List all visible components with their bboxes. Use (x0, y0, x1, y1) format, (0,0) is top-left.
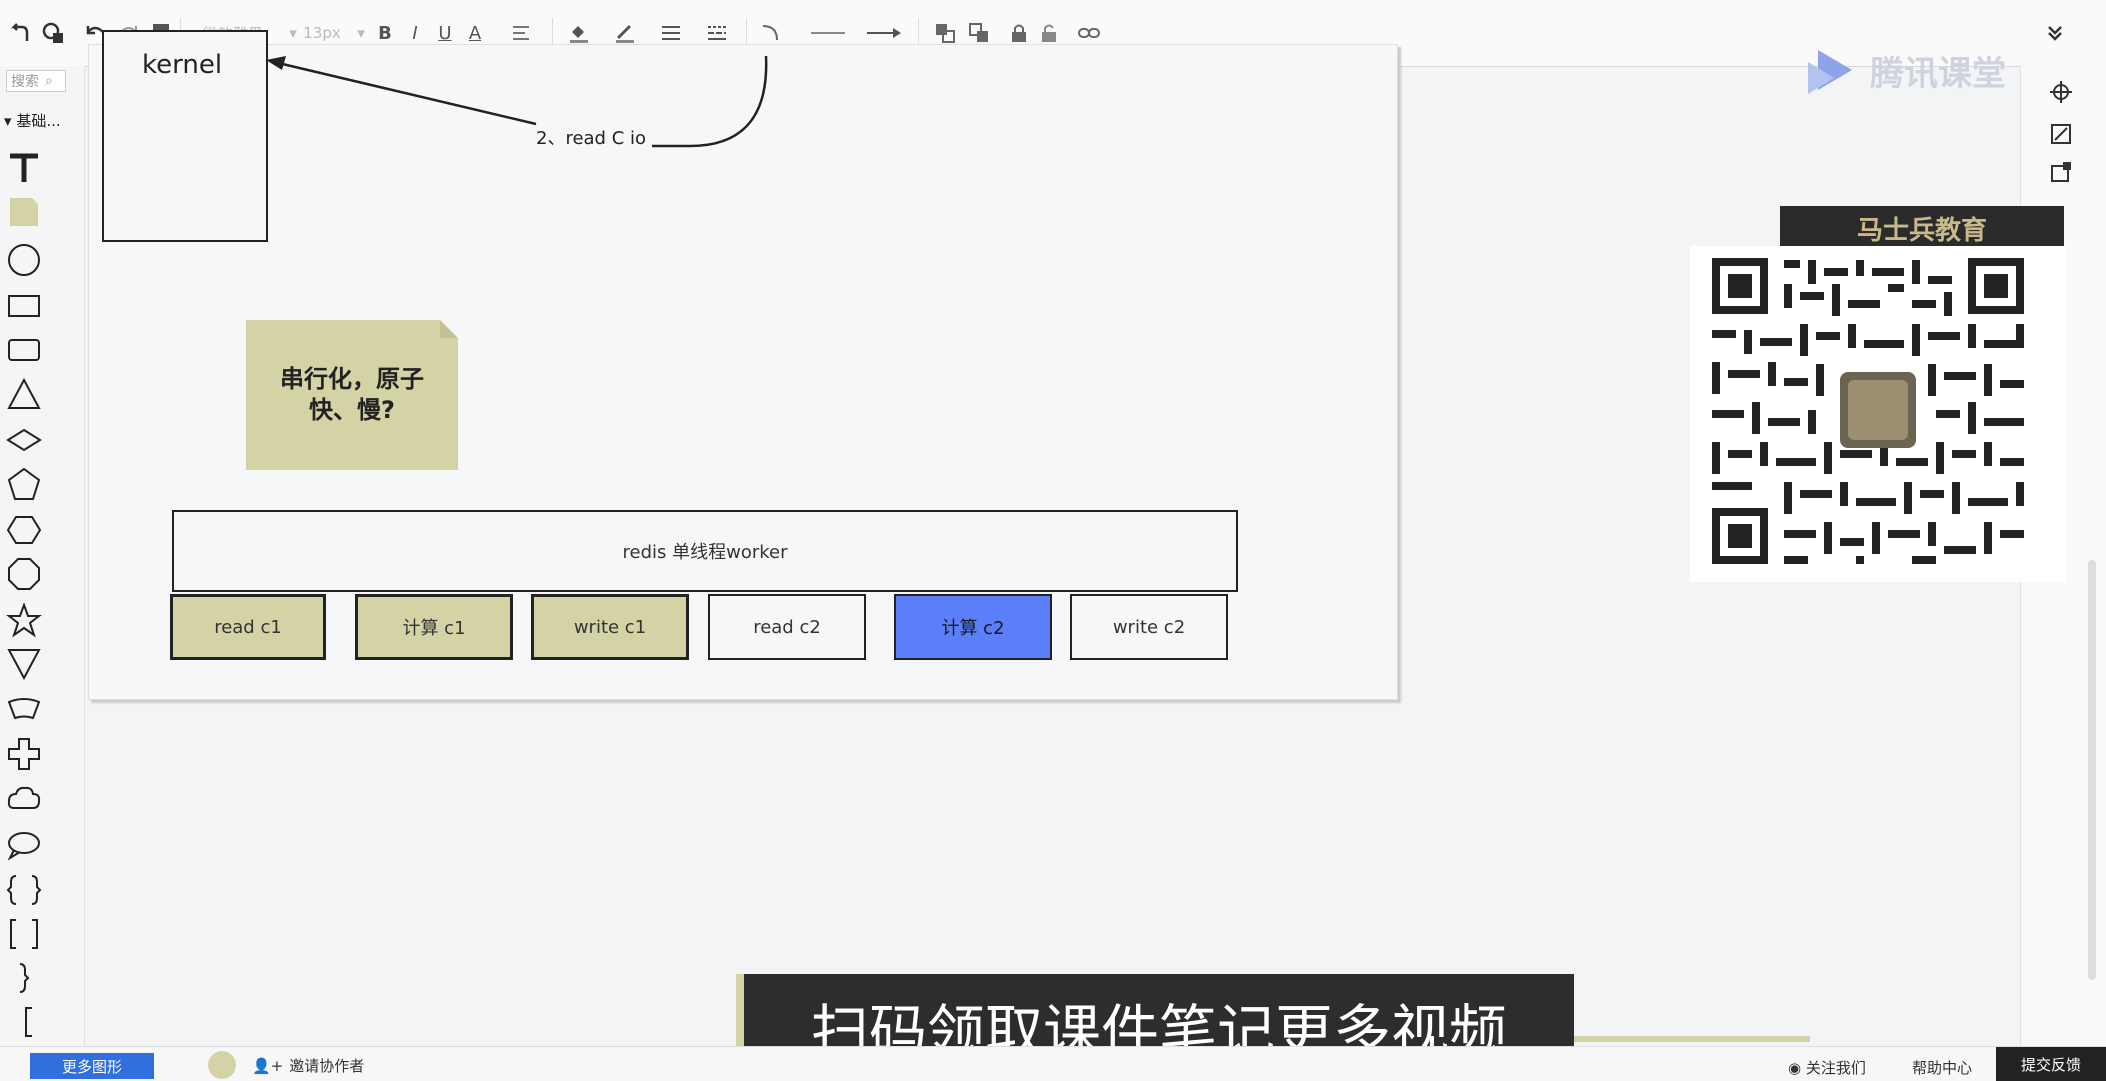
task-label: write c1 (573, 616, 647, 638)
navigate-icon[interactable] (2049, 80, 2073, 104)
invite-collaborator-button[interactable]: 👤+ 邀请协作者 (252, 1055, 364, 1076)
play-logo-icon (1808, 50, 1852, 94)
follow-label: 关注我们 (1805, 1059, 1866, 1077)
avatar[interactable] (208, 1051, 236, 1079)
note-line-2: 快、慢? (309, 396, 395, 424)
qr-code-image (1690, 246, 2066, 582)
note-line-1: 串行化，原子 (280, 365, 424, 393)
arrow-connector[interactable] (273, 60, 537, 126)
task-label: 计算 c1 (402, 618, 466, 639)
format-panel-icon[interactable] (2049, 122, 2073, 146)
worker-box[interactable]: redis 单线程worker (172, 510, 1238, 592)
kernel-label: kernel (142, 50, 223, 80)
add-user-icon: 👤+ (252, 1056, 284, 1075)
promo-banner: 马士兵教育 (1780, 206, 2064, 250)
task-read-c2[interactable]: read c2 (708, 594, 866, 660)
task-read-c1[interactable]: read c1 (170, 594, 326, 660)
submit-feedback-button[interactable]: 提交反馈 (1996, 1047, 2106, 1081)
task-label: 计算 c2 (941, 618, 1005, 639)
follow-us-link[interactable]: ◉ 关注我们 (1788, 1057, 1866, 1078)
note-fold-corner (440, 320, 458, 338)
connector-label[interactable]: 2、read C io (536, 124, 647, 150)
logo-text: 腾讯课堂 (1870, 53, 2006, 94)
invite-label: 邀请协作者 (289, 1057, 365, 1075)
task-label: read c1 (214, 616, 282, 638)
bottom-bar: 更多图形 👤+ 邀请协作者 ◉ 关注我们 帮助中心 提交反馈 (0, 1046, 2106, 1081)
curve-connector[interactable] (652, 55, 768, 148)
tencent-classroom-logo: 腾讯课堂 (1804, 40, 2034, 100)
worker-label: redis 单线程worker (622, 542, 788, 563)
task-compute-c1[interactable]: 计算 c1 (355, 594, 513, 660)
help-center-link[interactable]: 帮助中心 (1912, 1057, 1972, 1078)
more-shapes-button[interactable]: 更多图形 (30, 1053, 154, 1079)
qr-code (1690, 246, 2066, 582)
sticky-note[interactable]: 串行化，原子 快、慢? (246, 320, 458, 470)
page-settings-icon[interactable] (2049, 160, 2073, 184)
weibo-icon: ◉ (1788, 1059, 1802, 1077)
task-write-c1[interactable]: write c1 (531, 594, 689, 660)
task-write-c2[interactable]: write c2 (1070, 594, 1228, 660)
note-text: 串行化，原子 快、慢? (246, 364, 458, 426)
promo-label: 马士兵教育 (1856, 215, 1987, 246)
task-label: write c2 (1112, 616, 1186, 638)
task-label: read c2 (753, 616, 821, 638)
arrow-head-icon (266, 56, 286, 70)
vertical-scrollbar[interactable] (2088, 560, 2096, 980)
task-compute-c2[interactable]: 计算 c2 (894, 594, 1052, 660)
subtitle-accent (1574, 1036, 1810, 1042)
